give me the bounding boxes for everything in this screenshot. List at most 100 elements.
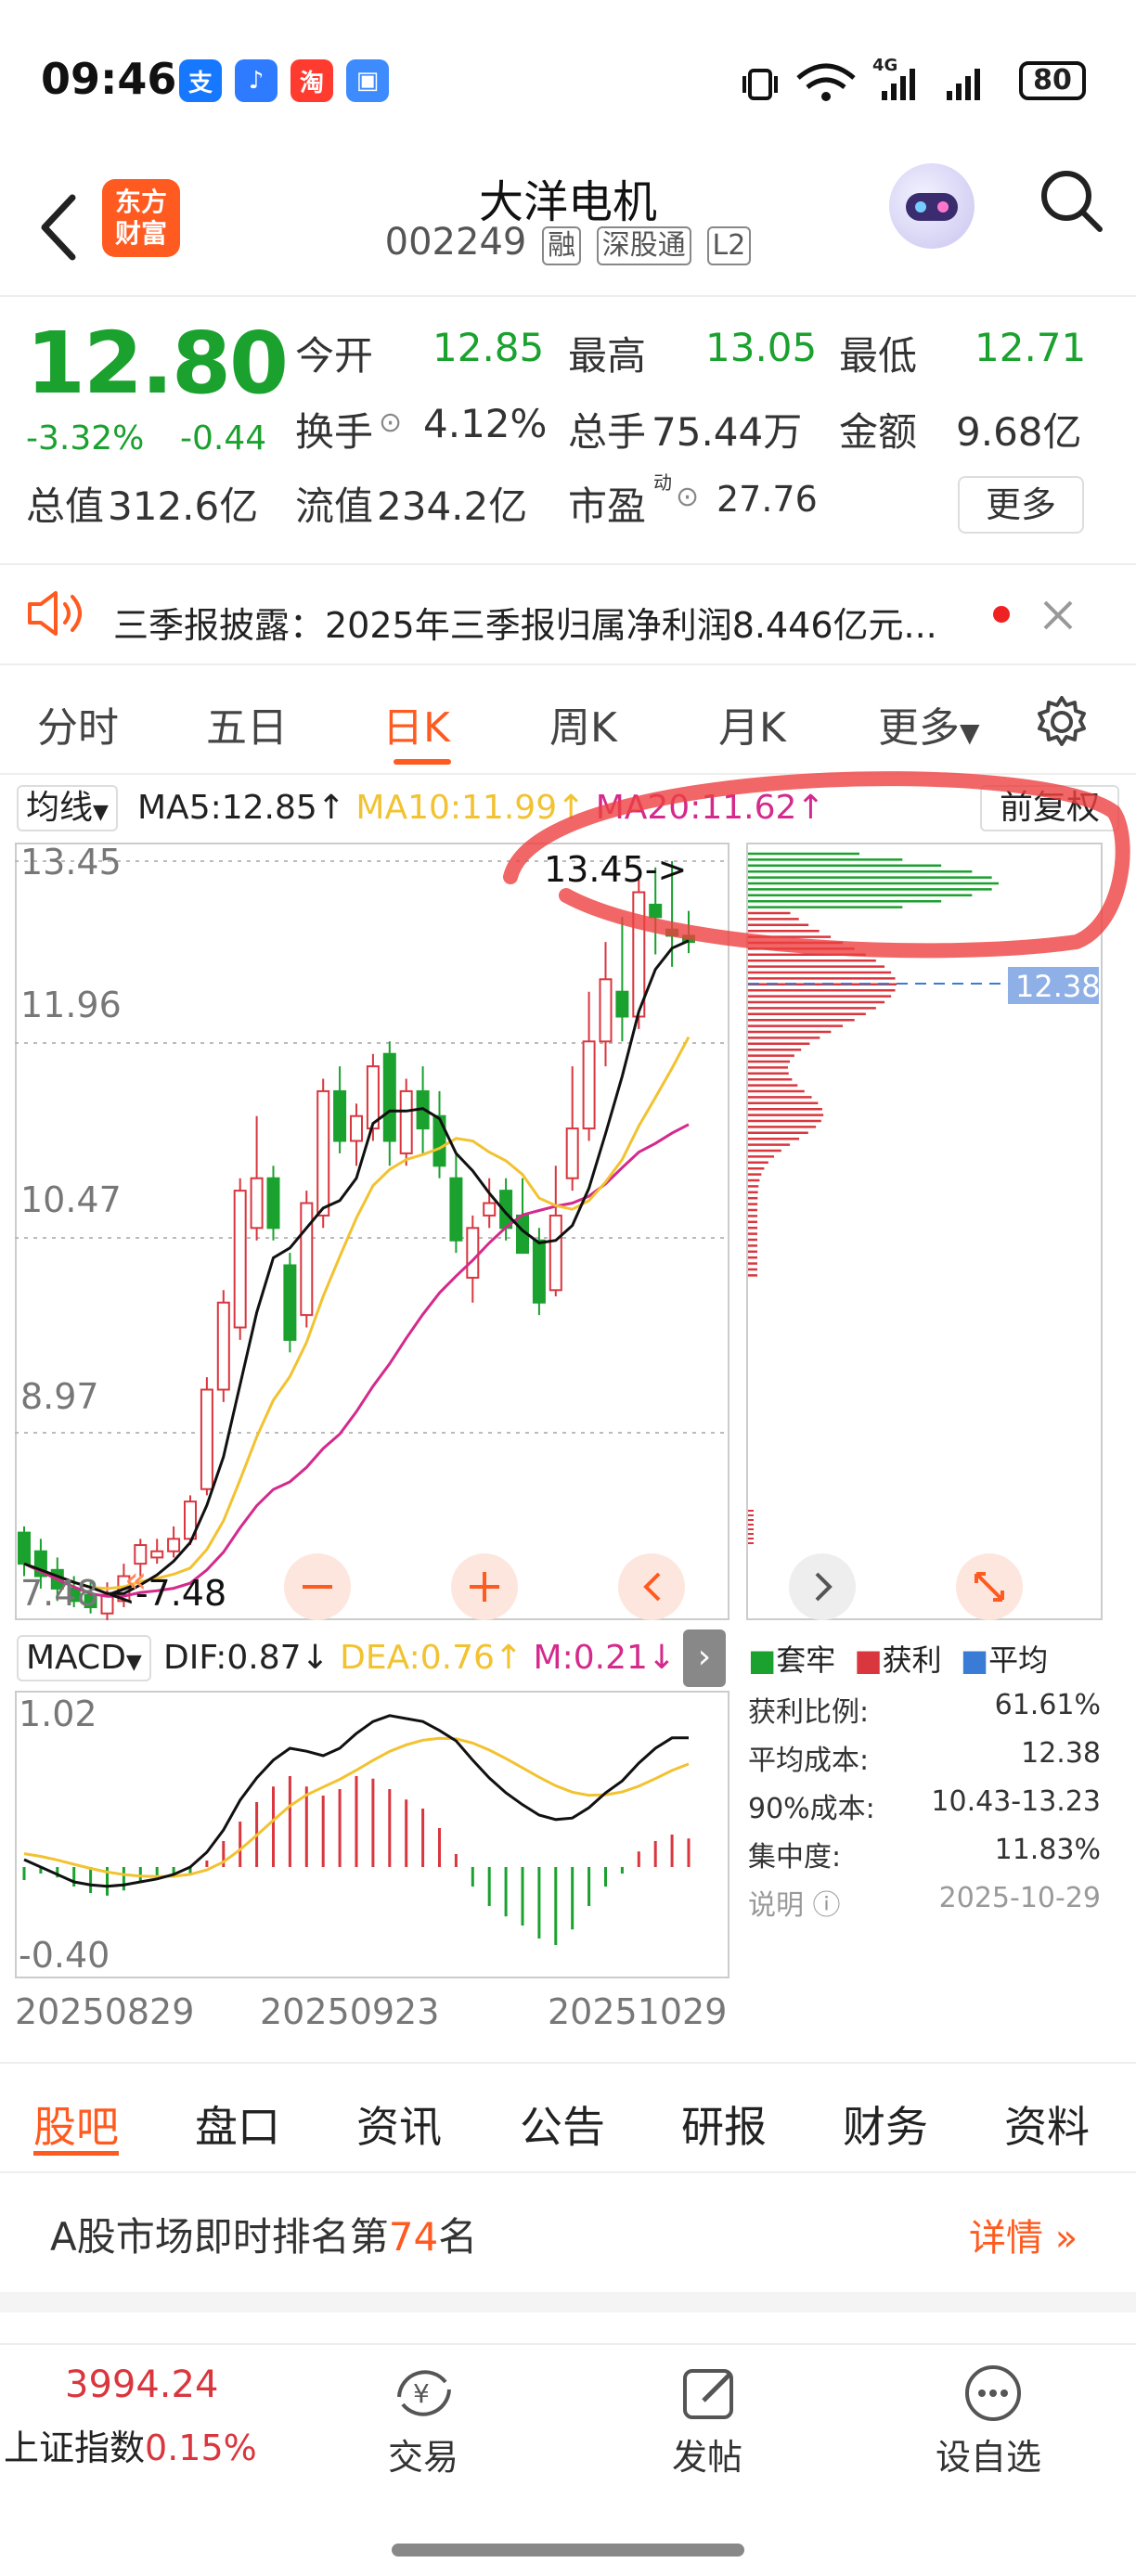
high-value: 13.05 bbox=[705, 325, 818, 370]
zoom-in-button[interactable] bbox=[451, 1553, 518, 1620]
hand-drawn-annotation bbox=[503, 771, 1130, 959]
assistant-avatar[interactable] bbox=[889, 163, 975, 249]
tab-daily-k[interactable]: 日K bbox=[382, 694, 450, 753]
current-price: 12.80 bbox=[26, 314, 289, 413]
stat-value: 10.43-13.23 bbox=[931, 1785, 1101, 1818]
macd-y-top: 1.02 bbox=[19, 1694, 97, 1734]
chevron-down-icon: ▼ bbox=[93, 801, 109, 824]
post-button[interactable]: 发帖 bbox=[672, 2428, 742, 2479]
dif-value: DIF:0.87 bbox=[163, 1639, 302, 1677]
low-label: 最低 bbox=[839, 333, 918, 379]
fullscreen-icon[interactable] bbox=[956, 1553, 1023, 1620]
announcement-text: 三季报披露：2025年三季报归属净利润8.446亿元... bbox=[113, 605, 937, 646]
high-label: 最高 bbox=[568, 333, 647, 379]
rank-text: A股市场即时排名第74名 bbox=[50, 2206, 477, 2262]
candle-up bbox=[483, 1202, 497, 1217]
tab-intraday[interactable]: 分时 bbox=[37, 694, 119, 753]
taobao-icon: 淘 bbox=[290, 59, 333, 102]
change-percent: -3.32% bbox=[26, 419, 145, 457]
macd-chart[interactable]: 1.02 -0.40 bbox=[15, 1691, 729, 1978]
svg-text:¥: ¥ bbox=[413, 2378, 430, 2409]
expand-right-button[interactable] bbox=[789, 1553, 856, 1620]
index-value[interactable]: 3994.24 bbox=[65, 2363, 218, 2406]
market-cap: 312.6亿 bbox=[108, 483, 259, 529]
rank-prefix: A股市场即时排名第 bbox=[50, 2214, 389, 2260]
rank-detail-label: 详情 bbox=[969, 2217, 1043, 2260]
edit-post-icon bbox=[683, 2369, 733, 2419]
dea-value: DEA:0.76 bbox=[340, 1639, 495, 1677]
macd-legend: DIF:0.87↓ DEA:0.76↑ M:0.21↓ bbox=[163, 1639, 676, 1677]
index-line[interactable]: 上证指数0.15% bbox=[4, 2419, 257, 2470]
svg-text:«: « bbox=[124, 1559, 147, 1602]
tab-news[interactable]: 资讯 bbox=[356, 2093, 442, 2155]
tab-finance[interactable]: 财务 bbox=[843, 2093, 928, 2155]
trapped-square-icon: ■ bbox=[748, 1642, 777, 1678]
stat-label: 90%成本: bbox=[748, 1793, 875, 1825]
tab-profile[interactable]: 资料 bbox=[1004, 2093, 1090, 2155]
tab-pankou[interactable]: 盘口 bbox=[195, 2093, 280, 2155]
macd-selector[interactable]: MACD▼ bbox=[17, 1635, 151, 1681]
stat-explain[interactable]: 说明 ⓘ 2025-10-29 bbox=[748, 1882, 1101, 1923]
tab-guba[interactable]: 股吧 bbox=[33, 2093, 119, 2155]
rank-number: 74 bbox=[388, 2214, 439, 2260]
legend-avg: 平均 bbox=[988, 1642, 1049, 1678]
rank-detail-link[interactable]: 详情 » bbox=[969, 2208, 1078, 2261]
scroll-left-double-icon[interactable]: « bbox=[124, 1559, 147, 1602]
candle-up bbox=[250, 1177, 264, 1230]
legend-profit: 获利 bbox=[882, 1642, 942, 1678]
bottom-toolbar: 3994.24 上证指数0.15% ¥ 交易 发帖 设自选 bbox=[0, 2343, 1136, 2576]
collapse-panel-button[interactable]: › bbox=[683, 1629, 726, 1687]
market-rank-row[interactable]: A股市场即时排名第74名 详情 » bbox=[0, 2176, 1136, 2292]
trade-yen-icon: ¥ bbox=[397, 2370, 451, 2416]
alipay-icon: 支 bbox=[179, 59, 222, 102]
tag-l2: L2 bbox=[706, 226, 752, 265]
candle-down bbox=[532, 1239, 546, 1304]
m-arrow: ↓ bbox=[647, 1639, 677, 1677]
zoom-out-button[interactable] bbox=[284, 1553, 351, 1620]
date-label-mid: 20250923 bbox=[260, 1991, 440, 2032]
candle-up bbox=[582, 1040, 596, 1130]
info-icon[interactable]: ⊙ bbox=[379, 406, 402, 439]
tab-research[interactable]: 研报 bbox=[681, 2093, 767, 2155]
amount-label: 金额 bbox=[839, 409, 918, 455]
candle-down bbox=[449, 1177, 463, 1242]
rank-suffix: 名 bbox=[438, 2214, 478, 2260]
pe-info-icon[interactable]: ⊙ bbox=[676, 481, 699, 513]
indicator-selector[interactable]: 均线▼ bbox=[17, 785, 118, 831]
scroll-left-button[interactable] bbox=[618, 1553, 685, 1620]
trade-button[interactable]: 交易 bbox=[388, 2428, 458, 2479]
candle-up bbox=[350, 1114, 363, 1142]
stat-label: 集中度: bbox=[748, 1841, 842, 1874]
unread-dot bbox=[993, 606, 1010, 623]
candle-up bbox=[150, 1550, 164, 1559]
tab-announcements[interactable]: 公告 bbox=[520, 2093, 605, 2155]
stat-label: 获利比例: bbox=[748, 1696, 870, 1729]
ma5-value: MA5:12.85 bbox=[137, 789, 317, 827]
tag-margin: 融 bbox=[542, 226, 582, 265]
turnover-label: 换手 bbox=[295, 409, 374, 455]
open-label: 今开 bbox=[295, 333, 374, 379]
indicator-selector-label: 均线 bbox=[26, 789, 94, 827]
date-label-start: 20250829 bbox=[15, 1991, 195, 2032]
avg-square-icon: ■ bbox=[960, 1642, 989, 1678]
ma5-arrow: ↑ bbox=[316, 789, 345, 827]
candle-down bbox=[615, 990, 629, 1018]
announcement-bar[interactable]: 三季报披露：2025年三季报归属净利润8.446亿元... bbox=[0, 563, 1136, 665]
amount-value: 9.68亿 bbox=[956, 409, 1082, 455]
chip-date: 2025-10-29 bbox=[938, 1882, 1101, 1914]
search-icon[interactable] bbox=[1038, 167, 1104, 234]
tag-connect: 深股通 bbox=[596, 226, 691, 265]
section-divider bbox=[0, 2292, 1136, 2312]
stat-concentration: 集中度: 11.83% bbox=[748, 1834, 1101, 1874]
add-watchlist-button[interactable]: 设自选 bbox=[936, 2428, 1041, 2479]
more-quote-button[interactable]: 更多 bbox=[958, 476, 1084, 534]
pe-superscript: 动 bbox=[653, 471, 672, 494]
tab-five-day[interactable]: 五日 bbox=[206, 694, 288, 753]
candle-up bbox=[216, 1301, 230, 1391]
candle-down bbox=[382, 1052, 396, 1142]
volume-label: 总手 bbox=[568, 409, 647, 455]
close-icon[interactable] bbox=[1041, 599, 1075, 632]
home-indicator bbox=[392, 2544, 744, 2557]
stat-profit-ratio: 获利比例: 61.61% bbox=[748, 1689, 1101, 1730]
status-time: 09:46 bbox=[41, 54, 177, 104]
